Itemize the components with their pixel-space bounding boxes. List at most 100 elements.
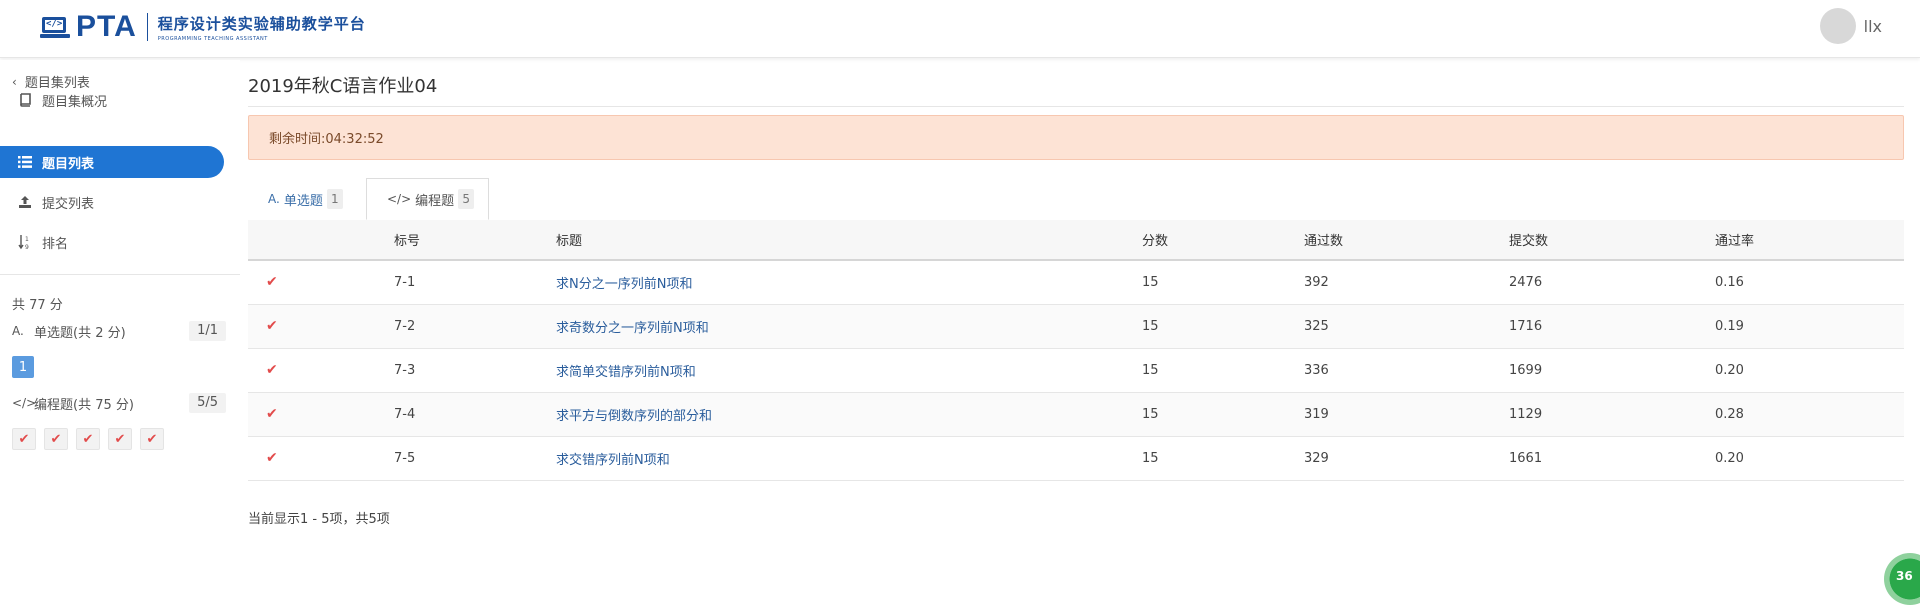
col-passed[interactable]: 通过数 [1304,220,1509,260]
col-pass-rate[interactable]: 通过率 [1715,220,1904,260]
problem-pass-rate: 0.19 [1715,318,1744,334]
problem-submitted: 1129 [1509,406,1543,422]
sidebar-item-label: 题目集概况 [42,94,108,110]
logo[interactable]: </> PTA 程序设计类实验辅助教学平台 PROGRAMMING TEACHI… [40,10,366,44]
section-label: 单选题(共 2 分) [34,325,126,341]
svg-text:9: 9 [25,244,29,250]
sidebar-item-ranking[interactable]: 19 排名 [0,226,224,258]
book-icon [16,93,34,107]
problem-title-link[interactable]: 求简单交错序列前N项和 [556,365,696,380]
table-row[interactable]: ✔ 7-2 求奇数分之一序列前N项和 15 325 1716 0.19 [248,304,1904,348]
problem-pass-rate: 0.28 [1715,406,1744,422]
sidebar-item-label: 题目列表 [42,156,95,172]
tab-count-badge: 5 [458,189,475,209]
problem-pass-rate: 0.16 [1715,274,1744,290]
problem-score: 15 [1142,362,1159,378]
floating-badge[interactable]: 36 [1884,553,1920,605]
problem-id: 7-3 [394,362,416,378]
section-ratio: 1/1 [189,321,226,341]
question-chip-check-icon[interactable]: ✔ [140,428,164,450]
check-icon: ✔ [266,318,278,334]
question-chip-check-icon[interactable]: ✔ [108,428,132,450]
problem-id: 7-1 [394,274,416,290]
col-title[interactable]: 标题 [556,220,1142,260]
tab-count-badge: 1 [326,189,343,209]
problem-submitted: 1716 [1509,318,1543,334]
sidebar-item-label: 提交列表 [42,196,95,212]
table-header-row: 标号 标题 分数 通过数 提交数 通过率 [248,220,1904,260]
logo-en-name: PROGRAMMING TEACHING ASSISTANT [157,35,268,42]
section-label: 编程题(共 75 分) [34,397,134,413]
svg-text:1: 1 [25,236,29,243]
question-chip-check-icon[interactable]: ✔ [44,428,68,450]
problem-passed: 336 [1304,362,1329,378]
problem-score: 15 [1142,406,1159,422]
check-icon: ✔ [266,362,278,378]
upload-icon [16,195,34,209]
tab-single-choice[interactable]: A. 单选题 1 [248,178,357,220]
col-submitted[interactable]: 提交数 [1509,220,1715,260]
problem-passed: 325 [1304,318,1329,334]
remaining-time: 剩余时间:04:32:52 [269,132,384,147]
check-icon: ✔ [266,406,278,422]
avatar[interactable] [1819,8,1856,44]
col-id[interactable]: 标号 [394,220,556,260]
table-row[interactable]: ✔ 7-4 求平方与倒数序列的部分和 15 319 1129 0.28 [248,392,1904,436]
code-icon: </> [12,396,37,410]
problem-title-link[interactable]: 求交错序列前N项和 [556,453,670,468]
single-choice-icon: A. [268,192,280,206]
table-row[interactable]: ✔ 7-3 求简单交错序列前N项和 15 336 1699 0.20 [248,348,1904,392]
sidebar-item-submissions[interactable]: 提交列表 [0,186,224,218]
problem-id: 7-5 [394,450,416,466]
username[interactable]: llx [1864,17,1882,36]
col-score[interactable]: 分数 [1142,220,1304,260]
pagination-info: 当前显示1 - 5项，共5项 [248,512,390,527]
question-chip[interactable]: 1 [12,356,34,378]
problem-passed: 319 [1304,406,1329,422]
top-header: </> PTA 程序设计类实验辅助教学平台 PROGRAMMING TEACHI… [0,0,1920,58]
problem-id: 7-4 [394,406,416,422]
user-menu[interactable]: llx [1819,8,1882,44]
problem-title-link[interactable]: 求N分之一序列前N项和 [556,277,692,292]
table-row[interactable]: ✔ 7-1 求N分之一序列前N项和 15 392 2476 0.16 [248,260,1904,304]
problem-submitted: 1661 [1509,450,1543,466]
table-row[interactable]: ✔ 7-5 求交错序列前N项和 15 329 1661 0.20 [248,436,1904,480]
check-icon: ✔ [266,450,278,466]
logo-cn-name: 程序设计类实验辅助教学平台 [157,14,366,33]
tab-programming[interactable]: </> 编程题 5 [366,178,490,220]
problem-score: 15 [1142,450,1159,466]
floating-badge-value: 36 [1896,569,1913,583]
sidebar-item-overview[interactable]: 题目集概况 [0,84,224,116]
question-chip-check-icon[interactable]: ✔ [76,428,100,450]
problem-passed: 329 [1304,450,1329,466]
sidebar-item-label: 排名 [42,236,69,252]
problem-pass-rate: 0.20 [1715,450,1744,466]
problem-passed: 392 [1304,274,1329,290]
check-icon: ✔ [266,274,278,291]
question-chip-check-icon[interactable]: ✔ [12,428,36,450]
problem-title-link[interactable]: 求奇数分之一序列前N项和 [556,321,709,336]
total-score: 共 77 分 [12,298,63,313]
section-ratio: 5/5 [189,393,226,413]
tab-label: 编程题 [415,193,455,209]
problem-score: 15 [1142,274,1159,290]
sort-icon: 19 [16,234,34,250]
problem-title-link[interactable]: 求平方与倒数序列的部分和 [556,409,712,424]
logo-text: PTA [76,10,137,43]
sidebar-item-problem-list[interactable]: 题目列表 [0,146,224,178]
problem-submitted: 2476 [1509,274,1543,290]
problem-submitted: 1699 [1509,362,1543,378]
programming-chips: ✔ ✔ ✔ ✔ ✔ [12,428,164,450]
list-icon [16,156,34,168]
section-single-choice: A. 单选题(共 2 分) 1/1 [12,319,226,343]
problem-score: 15 [1142,318,1159,334]
single-choice-icon: A. [12,324,24,338]
problem-id: 7-2 [394,318,416,334]
remaining-time-banner: 剩余时间:04:32:52 [248,115,1904,160]
code-icon: </> [387,192,412,206]
logo-icon: </> [40,15,72,39]
page-title: 2019年秋C语言作业04 [248,76,438,97]
logo-separator [146,13,148,41]
problem-type-tabs: A. 单选题 1 </> 编程题 5 [248,178,1904,220]
single-choice-chips: 1 [12,356,34,378]
